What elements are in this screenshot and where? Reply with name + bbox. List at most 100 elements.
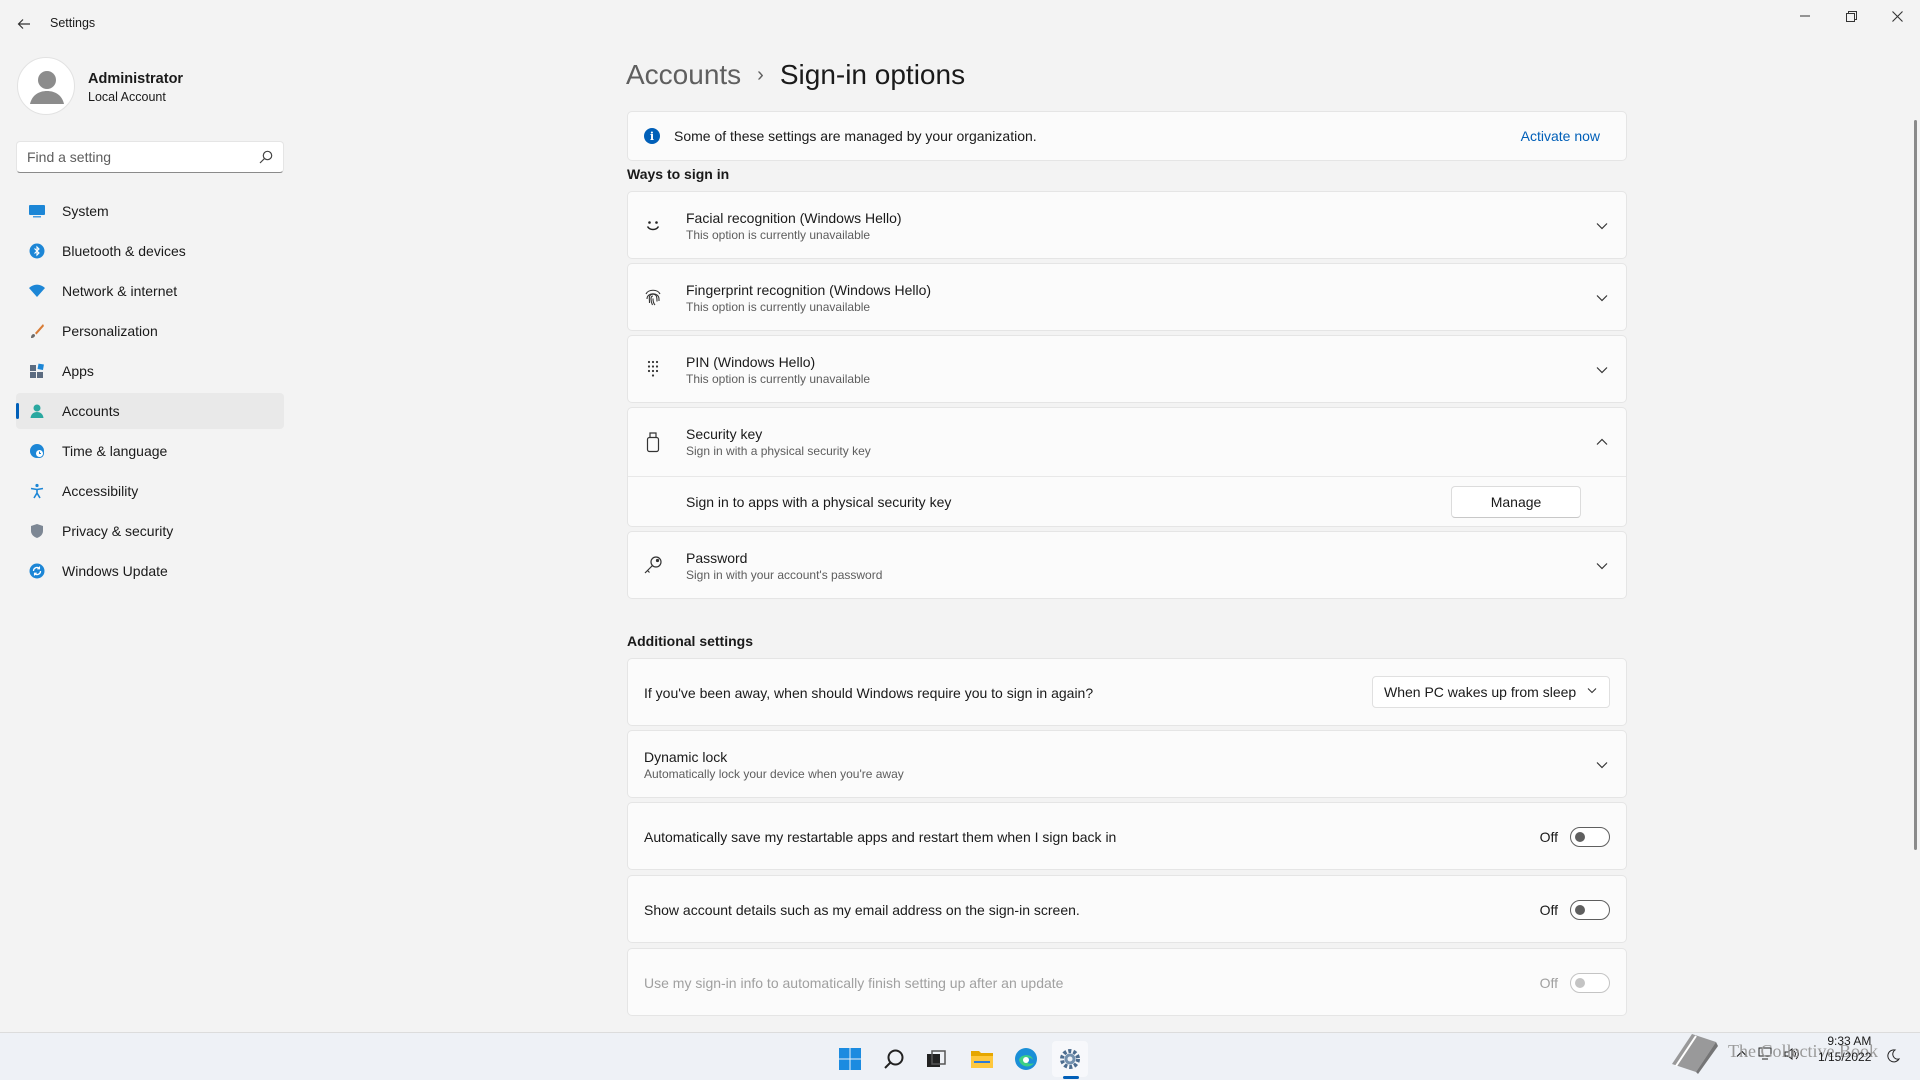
row-subtitle: Sign in with a physical security key (686, 444, 871, 458)
restore-button[interactable] (1828, 0, 1874, 32)
sidebar-item-label: Bluetooth & devices (62, 243, 186, 259)
restore-icon (1845, 10, 1857, 22)
row-subtitle: This option is currently unavailable (686, 228, 871, 242)
title-bar: Settings (0, 0, 1920, 48)
row-title: Facial recognition (Windows Hello) (686, 210, 902, 226)
toggle-state-label: Off (1539, 902, 1558, 918)
facial-recognition-row[interactable]: Facial recognition (Windows Hello) This … (627, 191, 1627, 259)
pin-row[interactable]: PIN (Windows Hello) This option is curre… (627, 335, 1627, 403)
edge-icon[interactable] (1008, 1041, 1044, 1077)
fingerprint-icon (642, 286, 664, 308)
sidebar-item-label: Personalization (62, 323, 158, 339)
taskbar-clock[interactable]: 9:33 AM 1/15/2022 (1818, 1033, 1871, 1065)
search-icon[interactable] (876, 1041, 912, 1077)
sidebar-item-network[interactable]: Network & internet (16, 273, 284, 309)
sidebar-nav: System Bluetooth & devices Network & int… (16, 193, 284, 593)
back-button[interactable] (8, 8, 40, 40)
restart-apps-toggle[interactable] (1570, 827, 1610, 847)
update-icon (27, 561, 47, 581)
sidebar-item-label: Windows Update (62, 563, 168, 579)
restart-apps-row: Automatically save my restartable apps a… (627, 802, 1627, 870)
settings-icon[interactable] (1052, 1041, 1088, 1077)
row-subtitle: Automatically lock your device when you'… (644, 767, 904, 781)
taskbar (0, 1032, 1920, 1080)
dropdown-value: When PC wakes up from sleep (1384, 684, 1577, 700)
manage-button[interactable]: Manage (1451, 486, 1581, 518)
scrollbar[interactable] (1914, 120, 1917, 850)
activate-now-link[interactable]: Activate now (1521, 128, 1600, 144)
clock-date: 1/15/2022 (1818, 1050, 1872, 1064)
search-input[interactable] (17, 149, 247, 165)
sidebar-item-privacy[interactable]: Privacy & security (16, 513, 284, 549)
task-view-icon[interactable] (918, 1041, 954, 1077)
book-logo-icon (1672, 1034, 1718, 1074)
sidebar-item-accessibility[interactable]: Accessibility (16, 473, 284, 509)
security-key-row[interactable]: Security key Sign in with a physical sec… (628, 408, 1626, 476)
chevron-down-icon (1587, 688, 1597, 694)
person-avatar-icon (30, 71, 64, 104)
search-icon[interactable] (259, 150, 273, 164)
notice-text: Some of these settings are managed by yo… (674, 128, 1037, 144)
security-key-detail-text: Sign in to apps with a physical security… (686, 494, 952, 510)
chevron-down-icon[interactable] (1594, 290, 1610, 306)
breadcrumb-parent-link[interactable]: Accounts (626, 59, 741, 91)
sidebar-item-label: System (62, 203, 109, 219)
person-icon (27, 401, 47, 421)
toggle-state-label: Off (1539, 975, 1558, 991)
sidebar-item-windows-update[interactable]: Windows Update (16, 553, 284, 589)
sidebar-item-system[interactable]: System (16, 193, 284, 229)
page-title: Sign-in options (779, 59, 966, 90)
windows-start-icon[interactable] (832, 1041, 868, 1077)
fingerprint-recognition-row[interactable]: Fingerprint recognition (Windows Hello) … (627, 263, 1627, 331)
row-title: Automatically save my restartable apps a… (644, 829, 1117, 845)
sidebar-item-label: Network & internet (62, 283, 178, 299)
chevron-right-icon: › (757, 63, 764, 86)
notification-moon-icon[interactable] (1886, 1049, 1900, 1063)
minimize-icon (1800, 15, 1810, 17)
system-icon (27, 201, 47, 221)
toggle-state-label: Off (1539, 829, 1558, 845)
usb-key-icon (642, 431, 664, 453)
sidebar-item-label: Accounts (62, 403, 120, 419)
back-arrow-icon (17, 19, 30, 29)
avatar[interactable] (17, 57, 75, 115)
search-box[interactable] (16, 141, 284, 173)
password-row[interactable]: Password Sign in with your account's pas… (627, 531, 1627, 599)
face-icon (642, 214, 664, 236)
sidebar-item-apps[interactable]: Apps (16, 353, 284, 389)
chevron-down-icon[interactable] (1594, 218, 1610, 234)
user-name: Administrator (88, 71, 184, 87)
signin-info-update-toggle (1570, 973, 1610, 993)
row-title: Password (686, 550, 748, 566)
security-key-detail-row: Sign in to apps with a physical security… (628, 476, 1626, 527)
chevron-down-icon[interactable] (1594, 362, 1610, 378)
accessibility-icon (27, 481, 47, 501)
file-explorer-icon[interactable] (964, 1041, 1000, 1077)
organization-notice: i Some of these settings are managed by … (627, 111, 1627, 161)
minimize-button[interactable] (1782, 0, 1828, 32)
chevron-down-icon[interactable] (1594, 757, 1610, 773)
chevron-down-icon[interactable] (1594, 558, 1610, 574)
require-signin-row: If you've been away, when should Windows… (627, 658, 1627, 726)
brush-icon (27, 321, 47, 341)
account-details-toggle[interactable] (1570, 900, 1610, 920)
require-signin-dropdown[interactable]: When PC wakes up from sleep (1372, 676, 1610, 708)
require-signin-text: If you've been away, when should Windows… (644, 685, 1094, 701)
signin-info-update-row: Use my sign-in info to automatically fin… (627, 948, 1627, 1016)
row-title: Dynamic lock (644, 749, 728, 765)
sidebar-item-time-language[interactable]: Time & language (16, 433, 284, 469)
additional-settings-heading: Additional settings (627, 633, 753, 649)
sidebar-item-label: Time & language (62, 443, 168, 459)
sidebar-item-label: Accessibility (62, 483, 139, 499)
apps-icon (27, 361, 47, 381)
row-title: Show account details such as my email ad… (644, 902, 1080, 918)
row-subtitle: Sign in with your account's password (686, 568, 883, 582)
chevron-up-icon[interactable] (1594, 434, 1610, 450)
sidebar-item-personalization[interactable]: Personalization (16, 313, 284, 349)
shield-icon (27, 521, 47, 541)
row-title: Fingerprint recognition (Windows Hello) (686, 282, 932, 298)
sidebar-item-bluetooth[interactable]: Bluetooth & devices (16, 233, 284, 269)
close-button[interactable] (1874, 0, 1920, 32)
dynamic-lock-row[interactable]: Dynamic lock Automatically lock your dev… (627, 730, 1627, 798)
sidebar-item-accounts[interactable]: Accounts (16, 393, 284, 429)
